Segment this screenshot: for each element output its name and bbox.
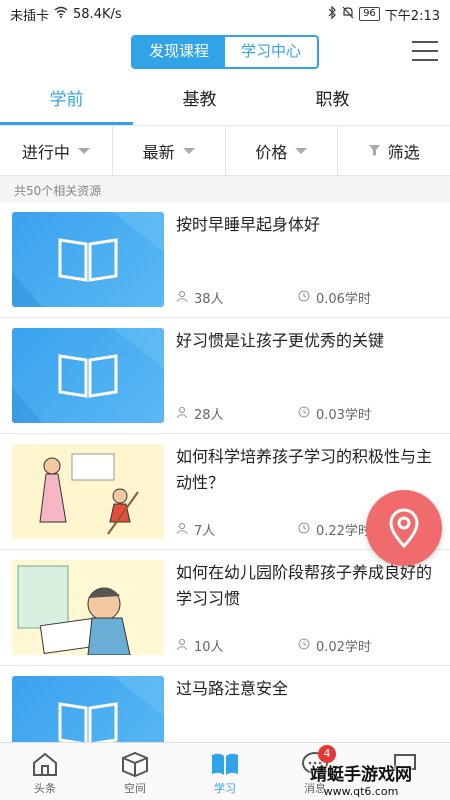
filter-button[interactable]: 筛选	[338, 126, 450, 175]
learner-count: 10人	[194, 640, 224, 655]
course-item[interactable]: 好习惯是让孩子更优秀的关键 28人 0.03学时	[0, 318, 450, 434]
filter-label: 筛选	[387, 142, 420, 162]
nav-study[interactable]: 学习	[180, 743, 270, 800]
clock: 下午2:13	[384, 8, 440, 24]
active-tab-indicator	[0, 122, 133, 125]
person-icon	[176, 406, 188, 422]
filter-price-dropdown[interactable]: 价格	[226, 126, 339, 175]
filter-label: 最新	[142, 142, 175, 162]
learner-count: 28人	[194, 408, 224, 423]
chevron-down-icon	[295, 147, 308, 154]
course-item[interactable]: 如何在幼儿园阶段帮孩子养成良好的学习习惯 10人 0.02学时	[0, 550, 450, 666]
segment-discover-courses[interactable]: 发现课程	[133, 37, 225, 67]
course-title: 如何科学培养孩子学习的积极性与主动性？	[176, 447, 433, 492]
course-title: 如何在幼儿园阶段帮孩子养成良好的学习习惯	[176, 563, 433, 608]
tab-vocational[interactable]: 职教	[266, 76, 399, 125]
tab-higher-education[interactable]: 高	[399, 76, 450, 125]
person-icon	[176, 522, 188, 538]
wifi-icon	[54, 6, 68, 22]
battery-indicator: 96	[359, 7, 380, 21]
sweeping-illustration	[12, 444, 164, 539]
filter-status-dropdown[interactable]: 进行中	[0, 126, 113, 175]
status-bar: 未插卡 58.4K/s 96 下午2:13	[0, 0, 450, 28]
funnel-icon	[368, 141, 380, 160]
segment-learning-center[interactable]: 学习中心	[225, 37, 317, 67]
top-bar: 发现课程 学习中心	[0, 28, 450, 76]
open-book-icon	[58, 676, 164, 742]
nav-space[interactable]: 空间	[90, 743, 180, 800]
course-item[interactable]: 过马路注意安全	[0, 666, 450, 742]
nav-label: 学习	[214, 782, 236, 795]
nav-label: 头条	[34, 782, 56, 795]
filter-label: 进行中	[21, 142, 70, 162]
nav-label: 空间	[124, 782, 146, 795]
course-hours: 0.22学时	[316, 524, 371, 539]
site-watermark: 靖蜓手游戏网 www.qt6.com	[310, 760, 412, 798]
person-icon	[176, 290, 188, 306]
bluetooth-icon	[328, 5, 337, 23]
course-title: 按时早睡早起身体好	[176, 215, 321, 234]
chevron-down-icon	[182, 147, 195, 154]
mute-icon	[342, 6, 354, 23]
course-thumbnail	[12, 328, 164, 423]
learner-count: 7人	[194, 524, 216, 539]
watermark-main: 靖蜓手游戏网	[310, 765, 412, 785]
filter-bar: 进行中 最新 价格 筛选	[0, 126, 450, 176]
menu-icon[interactable]	[412, 41, 438, 63]
writing-illustration	[12, 560, 164, 655]
course-hours: 0.03学时	[316, 408, 371, 423]
clock-icon	[298, 522, 310, 538]
book-icon	[212, 753, 238, 775]
segmented-control: 发现课程 学习中心	[131, 35, 319, 69]
watermark-url: www.qt6.com	[323, 785, 399, 798]
learner-count: 38人	[194, 292, 224, 307]
nav-headlines[interactable]: 头条	[0, 743, 90, 800]
category-tabs: 学前 基教 职教 高	[0, 76, 450, 126]
result-count: 共50个相关资源	[0, 176, 450, 202]
open-book-icon	[12, 212, 164, 307]
course-thumbnail	[12, 560, 164, 655]
chevron-down-icon	[77, 147, 90, 154]
person-icon	[176, 638, 188, 654]
carrier-label: 未插卡	[10, 8, 50, 24]
course-list[interactable]: 按时早睡早起身体好 38人 0.06学时 好习惯是让孩子更优秀的关键 28人 0…	[0, 202, 450, 742]
course-title: 好习惯是让孩子更优秀的关键	[176, 331, 385, 350]
network-speed: 58.4K/s	[73, 6, 122, 22]
clock-icon	[298, 638, 310, 654]
course-thumbnail	[12, 676, 164, 742]
clock-icon	[298, 290, 310, 306]
course-item[interactable]: 按时早睡早起身体好 38人 0.06学时	[0, 202, 450, 318]
course-thumbnail	[12, 212, 164, 307]
tab-preschool[interactable]: 学前	[0, 76, 133, 125]
home-icon	[33, 752, 57, 776]
filter-sort-dropdown[interactable]: 最新	[113, 126, 226, 175]
course-hours: 0.02学时	[316, 640, 371, 655]
course-thumbnail	[12, 444, 164, 539]
location-fab[interactable]	[366, 490, 442, 566]
open-book-icon	[12, 328, 164, 423]
box-icon	[122, 751, 148, 777]
location-pin-icon	[389, 508, 419, 548]
filter-label: 价格	[255, 142, 288, 162]
clock-icon	[298, 406, 310, 422]
course-hours: 0.06学时	[316, 292, 371, 307]
course-title: 过马路注意安全	[176, 679, 289, 698]
tab-basic-education[interactable]: 基教	[133, 76, 266, 125]
